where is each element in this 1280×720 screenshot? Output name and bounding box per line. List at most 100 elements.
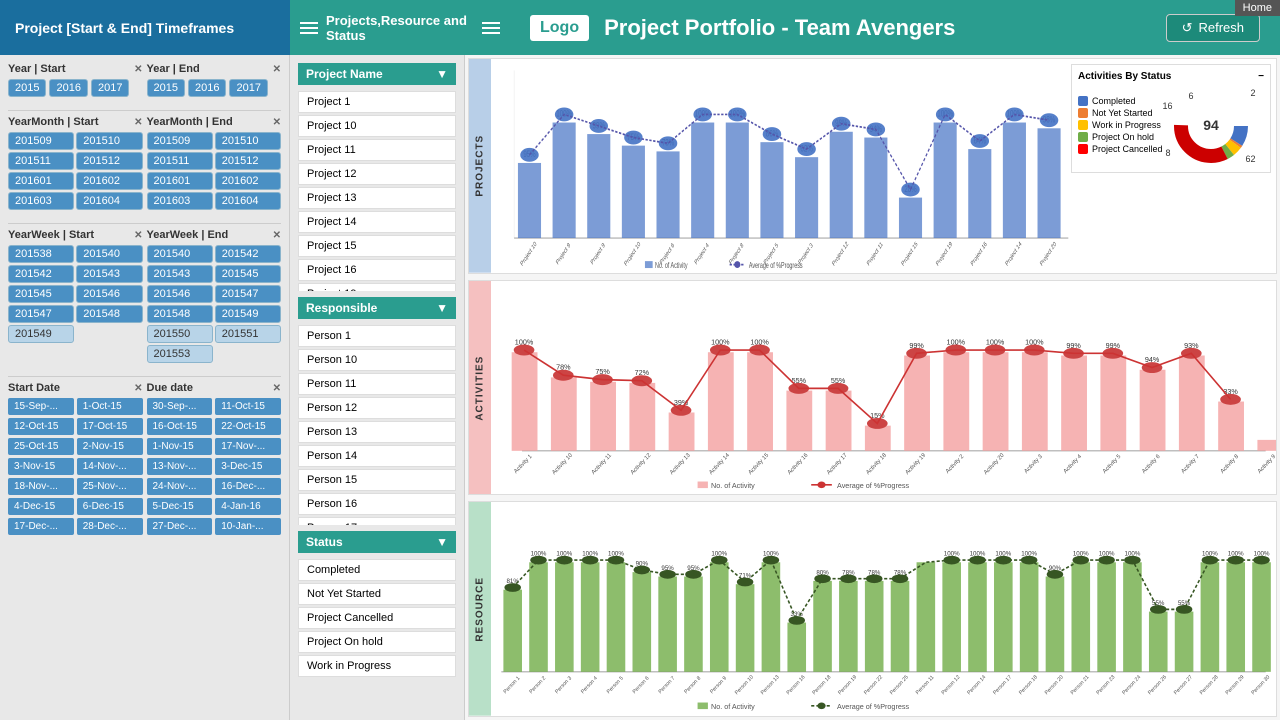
ym-start-201512[interactable]: 201512 [76, 152, 142, 170]
dd-11oct[interactable]: 11-Oct-15 [215, 398, 281, 415]
chip-2017-end[interactable]: 2017 [229, 79, 267, 97]
year-start-clear[interactable]: ✕ [134, 64, 142, 75]
yw-s-201548[interactable]: 201548 [76, 305, 142, 323]
yw-s-201546[interactable]: 201546 [76, 285, 142, 303]
project-item-14[interactable]: Project 14 [298, 211, 456, 233]
yw-s-201538[interactable]: 201538 [8, 245, 74, 263]
sd-15sep[interactable]: 15-Sep-... [8, 398, 74, 415]
status-cancelled[interactable]: Project Cancelled [298, 607, 456, 629]
ym-start-201510[interactable]: 201510 [76, 132, 142, 150]
chip-2015-end[interactable]: 2015 [147, 79, 185, 97]
status-not-started[interactable]: Not Yet Started [298, 583, 456, 605]
legend-collapse-icon[interactable]: − [1258, 71, 1264, 82]
yw-e-201550[interactable]: 201550 [147, 325, 213, 343]
sd-28dec[interactable]: 28-Dec-... [77, 518, 143, 535]
hamburger-icon-2[interactable] [482, 22, 500, 34]
yw-e-201545[interactable]: 201545 [215, 265, 281, 283]
due-date-clear[interactable]: ✕ [273, 383, 281, 394]
sd-6dec[interactable]: 6-Dec-15 [77, 498, 143, 515]
hamburger-icon[interactable] [300, 22, 318, 34]
dd-16dec[interactable]: 16-Dec-... [215, 478, 281, 495]
person-1[interactable]: Person 1 [298, 325, 456, 347]
yw-e-201549[interactable]: 201549 [215, 305, 281, 323]
yw-e-201547[interactable]: 201547 [215, 285, 281, 303]
chip-2016-start[interactable]: 2016 [49, 79, 87, 97]
dd-5dec[interactable]: 5-Dec-15 [147, 498, 213, 515]
refresh-button[interactable]: ↺ Refresh [1166, 14, 1260, 42]
ym-end-201602[interactable]: 201602 [215, 172, 281, 190]
dd-17nov[interactable]: 17-Nov-... [215, 438, 281, 455]
status-wip[interactable]: Work in Progress [298, 655, 456, 677]
ym-start-201602[interactable]: 201602 [76, 172, 142, 190]
ym-end-201512[interactable]: 201512 [215, 152, 281, 170]
yw-s-201547[interactable]: 201547 [8, 305, 74, 323]
ym-start-201603[interactable]: 201603 [8, 192, 74, 210]
sd-18nov[interactable]: 18-Nov-... [8, 478, 74, 495]
sd-3nov[interactable]: 3-Nov-15 [8, 458, 74, 475]
project-item-11[interactable]: Project 11 [298, 139, 456, 161]
status-on-hold[interactable]: Project On hold [298, 631, 456, 653]
dd-4jan[interactable]: 4-Jan-16 [215, 498, 281, 515]
dd-27dec[interactable]: 27-Dec-... [147, 518, 213, 535]
ym-start-201511[interactable]: 201511 [8, 152, 74, 170]
yw-e-201542[interactable]: 201542 [215, 245, 281, 263]
sd-4dec[interactable]: 4-Dec-15 [8, 498, 74, 515]
project-name-icon[interactable]: ▼ [436, 67, 448, 81]
sd-17dec[interactable]: 17-Dec-... [8, 518, 74, 535]
yw-e-201548[interactable]: 201548 [147, 305, 213, 323]
ym-start-201601[interactable]: 201601 [8, 172, 74, 190]
sd-2nov[interactable]: 2-Nov-15 [77, 438, 143, 455]
yw-start-clear[interactable]: ✕ [134, 230, 142, 241]
chip-2015-start[interactable]: 2015 [8, 79, 46, 97]
person-17[interactable]: Person 17 [298, 517, 456, 525]
yw-s-201543[interactable]: 201543 [76, 265, 142, 283]
year-end-clear[interactable]: ✕ [273, 64, 281, 75]
chip-2016-end[interactable]: 2016 [188, 79, 226, 97]
sd-17oct[interactable]: 17-Oct-15 [77, 418, 143, 435]
yw-end-clear[interactable]: ✕ [273, 230, 281, 241]
ym-end-201601[interactable]: 201601 [147, 172, 213, 190]
person-15[interactable]: Person 15 [298, 469, 456, 491]
yw-s-201545[interactable]: 201545 [8, 285, 74, 303]
dd-30sep[interactable]: 30-Sep-... [147, 398, 213, 415]
yw-s-201542[interactable]: 201542 [8, 265, 74, 283]
sd-25oct[interactable]: 25-Oct-15 [8, 438, 74, 455]
sd-25nov[interactable]: 25-Nov-... [77, 478, 143, 495]
yw-s-201549[interactable]: 201549 [8, 325, 74, 343]
person-12[interactable]: Person 12 [298, 397, 456, 419]
dd-24nov[interactable]: 24-Nov-... [147, 478, 213, 495]
project-item-13[interactable]: Project 13 [298, 187, 456, 209]
ym-end-201603[interactable]: 201603 [147, 192, 213, 210]
person-11[interactable]: Person 11 [298, 373, 456, 395]
ym-start-201604[interactable]: 201604 [76, 192, 142, 210]
yw-s-201540[interactable]: 201540 [76, 245, 142, 263]
person-13[interactable]: Person 13 [298, 421, 456, 443]
sd-1oct[interactable]: 1-Oct-15 [77, 398, 143, 415]
sd-12oct[interactable]: 12-Oct-15 [8, 418, 74, 435]
dd-13nov[interactable]: 13-Nov-... [147, 458, 213, 475]
sd-14nov[interactable]: 14-Nov-... [77, 458, 143, 475]
project-item-12[interactable]: Project 12 [298, 163, 456, 185]
ym-start-201509[interactable]: 201509 [8, 132, 74, 150]
project-item-19[interactable]: Project 19 [298, 283, 456, 291]
status-completed[interactable]: Completed [298, 559, 456, 581]
chip-2017-start[interactable]: 2017 [91, 79, 129, 97]
ym-end-clear[interactable]: ✕ [273, 117, 281, 128]
project-item-1[interactable]: Project 1 [298, 91, 456, 113]
ym-end-201511[interactable]: 201511 [147, 152, 213, 170]
ym-end-201510[interactable]: 201510 [215, 132, 281, 150]
yw-e-201551[interactable]: 201551 [215, 325, 281, 343]
dd-3dec[interactable]: 3-Dec-15 [215, 458, 281, 475]
person-14[interactable]: Person 14 [298, 445, 456, 467]
yw-e-201553[interactable]: 201553 [147, 345, 213, 363]
ym-end-201509[interactable]: 201509 [147, 132, 213, 150]
dd-22oct[interactable]: 22-Oct-15 [215, 418, 281, 435]
yw-e-201543[interactable]: 201543 [147, 265, 213, 283]
dd-16oct[interactable]: 16-Oct-15 [147, 418, 213, 435]
responsible-icon[interactable]: ▼ [436, 301, 448, 315]
ym-end-201604[interactable]: 201604 [215, 192, 281, 210]
yw-e-201540[interactable]: 201540 [147, 245, 213, 263]
dd-10jan[interactable]: 10-Jan-... [215, 518, 281, 535]
project-item-16[interactable]: Project 16 [298, 259, 456, 281]
person-16[interactable]: Person 16 [298, 493, 456, 515]
